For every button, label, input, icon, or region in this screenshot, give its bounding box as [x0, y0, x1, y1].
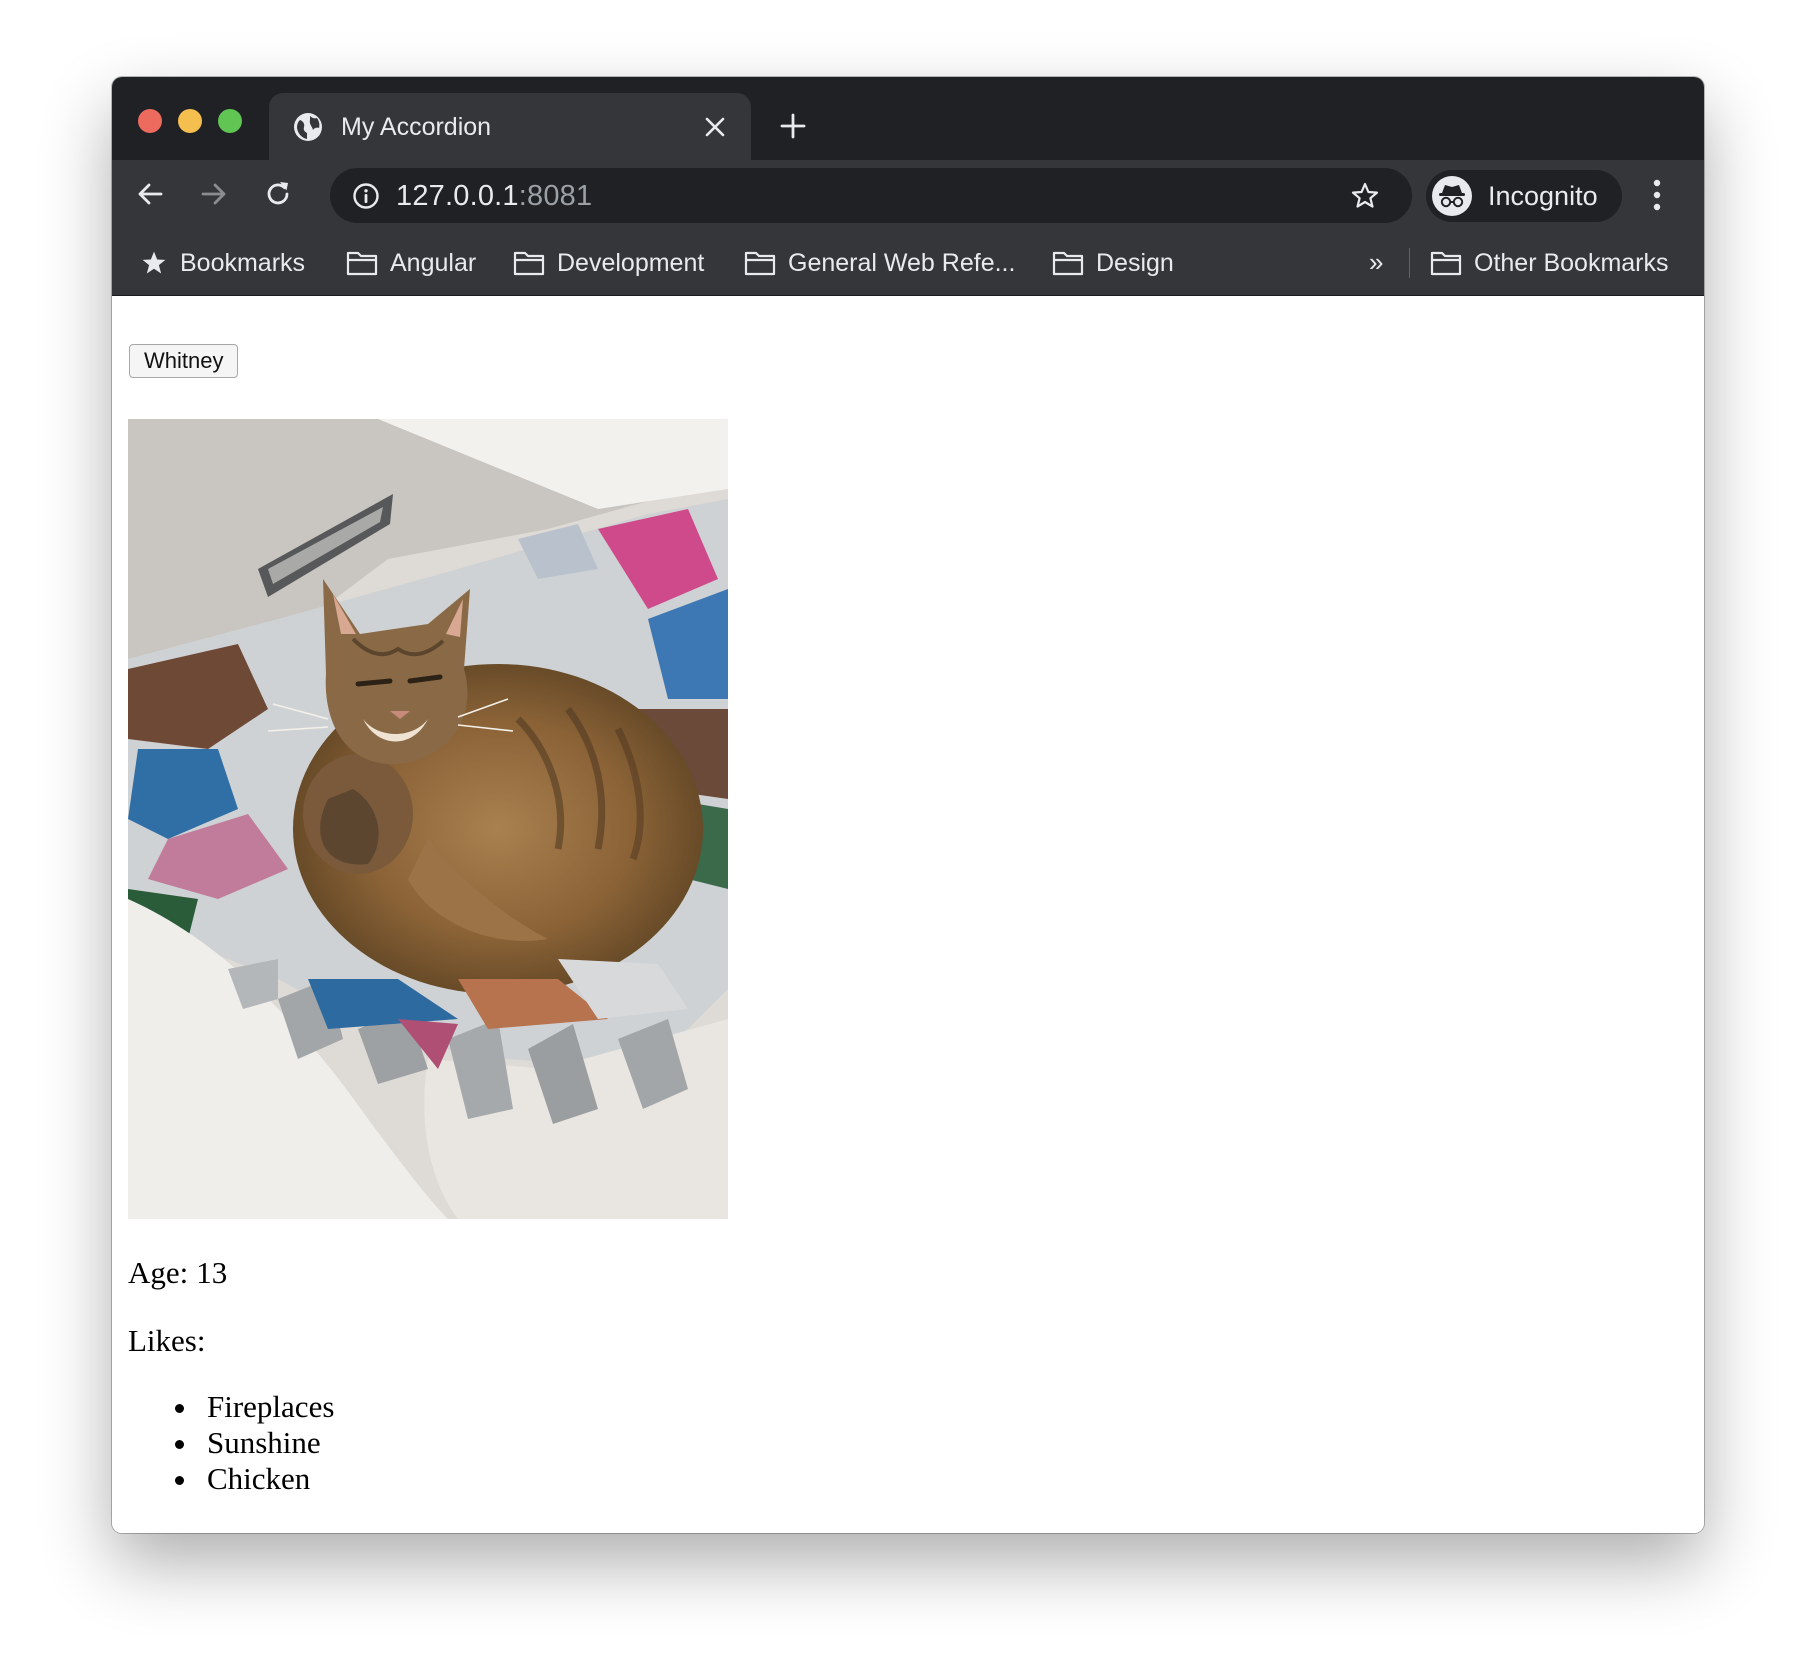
- bookmark-folder-general-web-reference[interactable]: General Web Refe...: [744, 245, 1015, 281]
- bookmark-label: Development: [557, 249, 705, 277]
- tab-title: My Accordion: [341, 113, 492, 141]
- folder-icon: [513, 251, 545, 276]
- bookmark-label: Angular: [390, 249, 477, 277]
- likes-list: Fireplaces Sunshine Chicken: [174, 1389, 335, 1497]
- bookmark-label: Bookmarks: [180, 249, 306, 277]
- folder-icon: [1052, 251, 1084, 276]
- bookmarks-separator: [1409, 248, 1410, 278]
- browser-window: My Accordion 127.0.0.1:8081 Incognito Bo…: [112, 77, 1704, 1533]
- list-item: Sunshine: [174, 1425, 334, 1461]
- bookmark-folder-development[interactable]: Development: [513, 245, 704, 281]
- browser-toolbar: 127.0.0.1:8081 Incognito: [112, 160, 1704, 230]
- bookmark-label: General Web Refe...: [788, 249, 1016, 277]
- page-content: Whitney Age: 13 Likes: Fireplaces Sunshi…: [112, 296, 1704, 1533]
- bookmark-folder-other[interactable]: Other Bookmarks: [1430, 245, 1669, 281]
- list-item: Fireplaces: [174, 1389, 335, 1424]
- profile-button[interactable]: Incognito: [1426, 170, 1622, 222]
- window-close-button[interactable]: [138, 109, 162, 133]
- globe-icon: [294, 113, 322, 141]
- incognito-icon: [1432, 176, 1472, 216]
- bookmark-star-icon[interactable]: [1350, 181, 1380, 211]
- bookmark-label: Other Bookmarks: [1474, 249, 1669, 277]
- folder-icon: [346, 251, 378, 276]
- url-port: :8081: [518, 180, 593, 212]
- tab-strip: My Accordion: [112, 77, 1704, 160]
- close-tab-icon[interactable]: [704, 116, 726, 138]
- folder-icon: [744, 251, 776, 276]
- more-menu-icon[interactable]: [1652, 178, 1662, 212]
- address-bar[interactable]: 127.0.0.1:8081: [330, 168, 1412, 223]
- accordion-toggle-button[interactable]: Whitney: [129, 344, 239, 378]
- age-value: 13: [196, 1255, 228, 1290]
- cat-photo: [128, 419, 728, 1219]
- bookmarks-bar: Bookmarks Angular Development General We…: [112, 230, 1704, 296]
- site-info-icon[interactable]: [352, 182, 380, 210]
- new-tab-plus-icon[interactable]: [779, 112, 807, 140]
- tab-my-accordion[interactable]: My Accordion: [269, 93, 751, 160]
- star-icon: [142, 251, 166, 274]
- bookmark-folder-design[interactable]: Design: [1052, 245, 1174, 281]
- bookmarks-overflow-chevron[interactable]: »: [1369, 246, 1383, 278]
- bookmark-label: Design: [1096, 249, 1174, 277]
- window-maximize-button[interactable]: [218, 109, 242, 133]
- age-label: Age:: [128, 1255, 189, 1290]
- profile-label: Incognito: [1488, 181, 1598, 211]
- forward-arrow-icon[interactable]: [198, 178, 230, 210]
- bookmark-bookmarks[interactable]: Bookmarks: [140, 245, 305, 281]
- back-arrow-icon[interactable]: [134, 178, 166, 210]
- likes-label: Likes:: [128, 1323, 206, 1358]
- url-host: 127.0.0.1: [396, 180, 519, 212]
- age-line: Age: 13: [128, 1253, 227, 1293]
- folder-icon: [1430, 251, 1462, 276]
- url-text[interactable]: 127.0.0.1:8081: [396, 180, 592, 212]
- bookmark-folder-angular[interactable]: Angular: [346, 245, 476, 281]
- reload-icon[interactable]: [262, 178, 294, 210]
- window-minimize-button[interactable]: [178, 109, 202, 133]
- list-item: Chicken: [174, 1461, 334, 1497]
